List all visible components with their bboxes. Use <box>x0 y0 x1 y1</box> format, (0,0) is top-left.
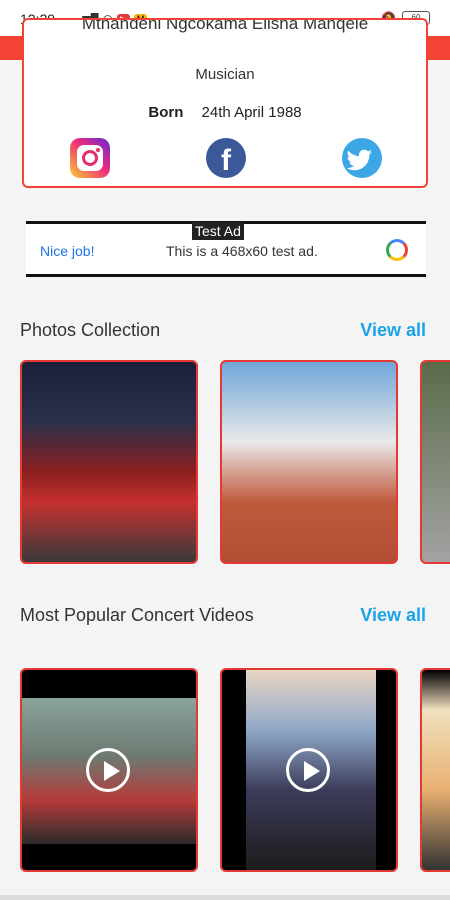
ad-label: Test Ad <box>192 222 244 240</box>
twitter-icon[interactable] <box>342 138 382 178</box>
video-thumbnail[interactable] <box>20 668 198 872</box>
bottom-edge <box>0 895 450 900</box>
ad-choices-icon[interactable] <box>386 239 408 261</box>
videos-section-title: Most Popular Concert Videos <box>20 605 254 625</box>
photo-thumbnail[interactable] <box>420 360 450 564</box>
photo-thumbnail[interactable] <box>20 360 198 564</box>
born-label: Born <box>148 104 184 121</box>
photo-thumbnail[interactable] <box>220 360 398 564</box>
born-value: 24th April 1988 <box>201 104 302 121</box>
video-thumbnail[interactable] <box>420 668 450 872</box>
photos-section-title: Photos Collection <box>20 320 161 340</box>
play-icon[interactable] <box>86 748 130 792</box>
ad-nice-text: Nice job! <box>40 243 95 259</box>
test-ad-banner[interactable]: Test Ad Nice job! This is a 468x60 test … <box>26 221 426 277</box>
facebook-icon[interactable]: f <box>206 138 246 178</box>
photos-view-all-link[interactable]: View all <box>360 320 426 341</box>
video-thumbnail[interactable] <box>220 668 398 872</box>
artist-name: Mthandeni Ngcokama Elisha Manqele <box>81 18 369 33</box>
play-icon[interactable] <box>286 748 330 792</box>
artist-occupation: Musician <box>195 66 255 83</box>
videos-view-all-link[interactable]: View all <box>360 605 426 626</box>
born-row: Born 24th April 1988 <box>24 104 426 121</box>
instagram-icon[interactable] <box>70 138 110 178</box>
ad-body-text: This is a 468x60 test ad. <box>166 243 318 259</box>
profile-card: Mthandeni Ngcokama Elisha Manqele Musici… <box>22 18 428 188</box>
